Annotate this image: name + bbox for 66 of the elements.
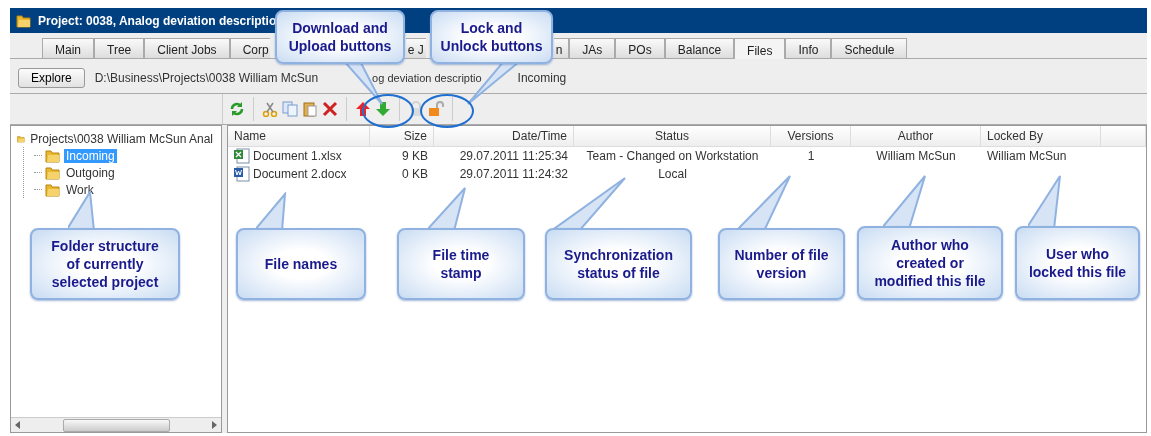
document-icon xyxy=(234,166,250,182)
tab[interactable]: Files xyxy=(734,38,786,59)
tab[interactable]: Info xyxy=(785,38,832,58)
folder-icon xyxy=(45,181,61,198)
refresh-icon[interactable] xyxy=(229,101,245,117)
explore-button[interactable]: Explore xyxy=(18,68,85,88)
file-name[interactable]: Document 2.docx xyxy=(253,165,347,183)
column-header[interactable]: Size xyxy=(370,126,434,147)
right-arrow-icon[interactable] xyxy=(212,421,217,429)
column-header[interactable]: Locked By xyxy=(981,126,1101,147)
left-arrow-icon[interactable] xyxy=(15,421,20,429)
table-cell-text: 0 KB xyxy=(401,166,429,183)
spreadsheet-icon xyxy=(234,148,250,164)
tab[interactable]: e J xyxy=(405,38,426,58)
callout-tooltip: Download and Upload buttons xyxy=(275,10,405,64)
table-cell-text: 1 xyxy=(806,148,816,165)
column-header[interactable]: Author xyxy=(851,126,981,147)
callout-tooltip: Synchronization status of file xyxy=(545,228,692,300)
scissors-icon[interactable] xyxy=(262,101,278,117)
column-header[interactable]: Versions xyxy=(771,126,851,147)
tab[interactable]: POs xyxy=(615,38,665,58)
table-cell-text: 9 KB xyxy=(401,148,429,165)
tree-item[interactable]: Projects\0038 William McSun Anal xyxy=(28,131,215,146)
path-text: Incoming xyxy=(517,71,567,85)
tree-item[interactable]: Work xyxy=(64,182,96,197)
tab[interactable]: n xyxy=(553,38,570,58)
callout-tooltip: User who locked this file xyxy=(1015,226,1140,300)
tab[interactable]: Main xyxy=(42,38,94,58)
unlocked-padlock-icon[interactable] xyxy=(428,101,444,117)
tab[interactable]: Client Jobs xyxy=(144,38,230,58)
paste-icon[interactable] xyxy=(302,101,318,117)
tab[interactable]: Tree xyxy=(94,38,145,58)
copy-icon[interactable] xyxy=(282,101,298,117)
table-cell-text: William McSun xyxy=(875,148,957,165)
table-cell-text: 29.07.2011 11:24:32 xyxy=(458,166,569,183)
folder-icon xyxy=(16,12,32,29)
table-cell-text: Local xyxy=(657,166,688,183)
callout-tooltip: File names xyxy=(236,228,366,300)
highlight-ring xyxy=(362,94,414,128)
folder-icon xyxy=(45,147,61,164)
tab[interactable]: JAs xyxy=(569,38,616,58)
callout-tooltip: Lock and Unlock buttons xyxy=(430,10,553,64)
scrollbar-thumb[interactable] xyxy=(62,418,170,432)
folder-icon xyxy=(45,164,61,181)
table-cell-text: Team - Changed on Workstation xyxy=(585,148,760,165)
tab[interactable]: Corp xyxy=(229,38,270,58)
callout-tooltip: Number of file version xyxy=(718,228,845,300)
tab[interactable]: Balance xyxy=(664,38,735,58)
path-text: og deviation descriptio xyxy=(372,72,482,84)
path-text: D:\Business\Projects\0038 William McSun xyxy=(94,71,319,85)
window-title: Project: 0038, Analog deviation descriptio xyxy=(38,13,277,28)
column-header[interactable]: Date/Time xyxy=(434,126,574,147)
delete-icon[interactable] xyxy=(322,101,338,117)
tab[interactable]: Schedule xyxy=(831,38,908,58)
table-cell-text: William McSun xyxy=(986,148,1068,165)
up-arrow-icon[interactable] xyxy=(355,101,371,117)
callout-tooltip: File time stamp xyxy=(397,228,525,300)
callout-tooltip: Author who created or modified this file xyxy=(857,226,1003,300)
callout-tooltip: Folder structure of currently selected project xyxy=(30,228,180,300)
down-arrow-icon[interactable] xyxy=(375,101,391,117)
column-header[interactable]: Name xyxy=(228,126,370,147)
file-name[interactable]: Document 1.xlsx xyxy=(253,147,342,165)
highlight-ring xyxy=(420,94,474,128)
table-cell-text: 29.07.2011 11:25:34 xyxy=(458,148,569,165)
column-header[interactable]: Status xyxy=(574,126,771,147)
tree-item[interactable]: Outgoing xyxy=(64,165,117,180)
